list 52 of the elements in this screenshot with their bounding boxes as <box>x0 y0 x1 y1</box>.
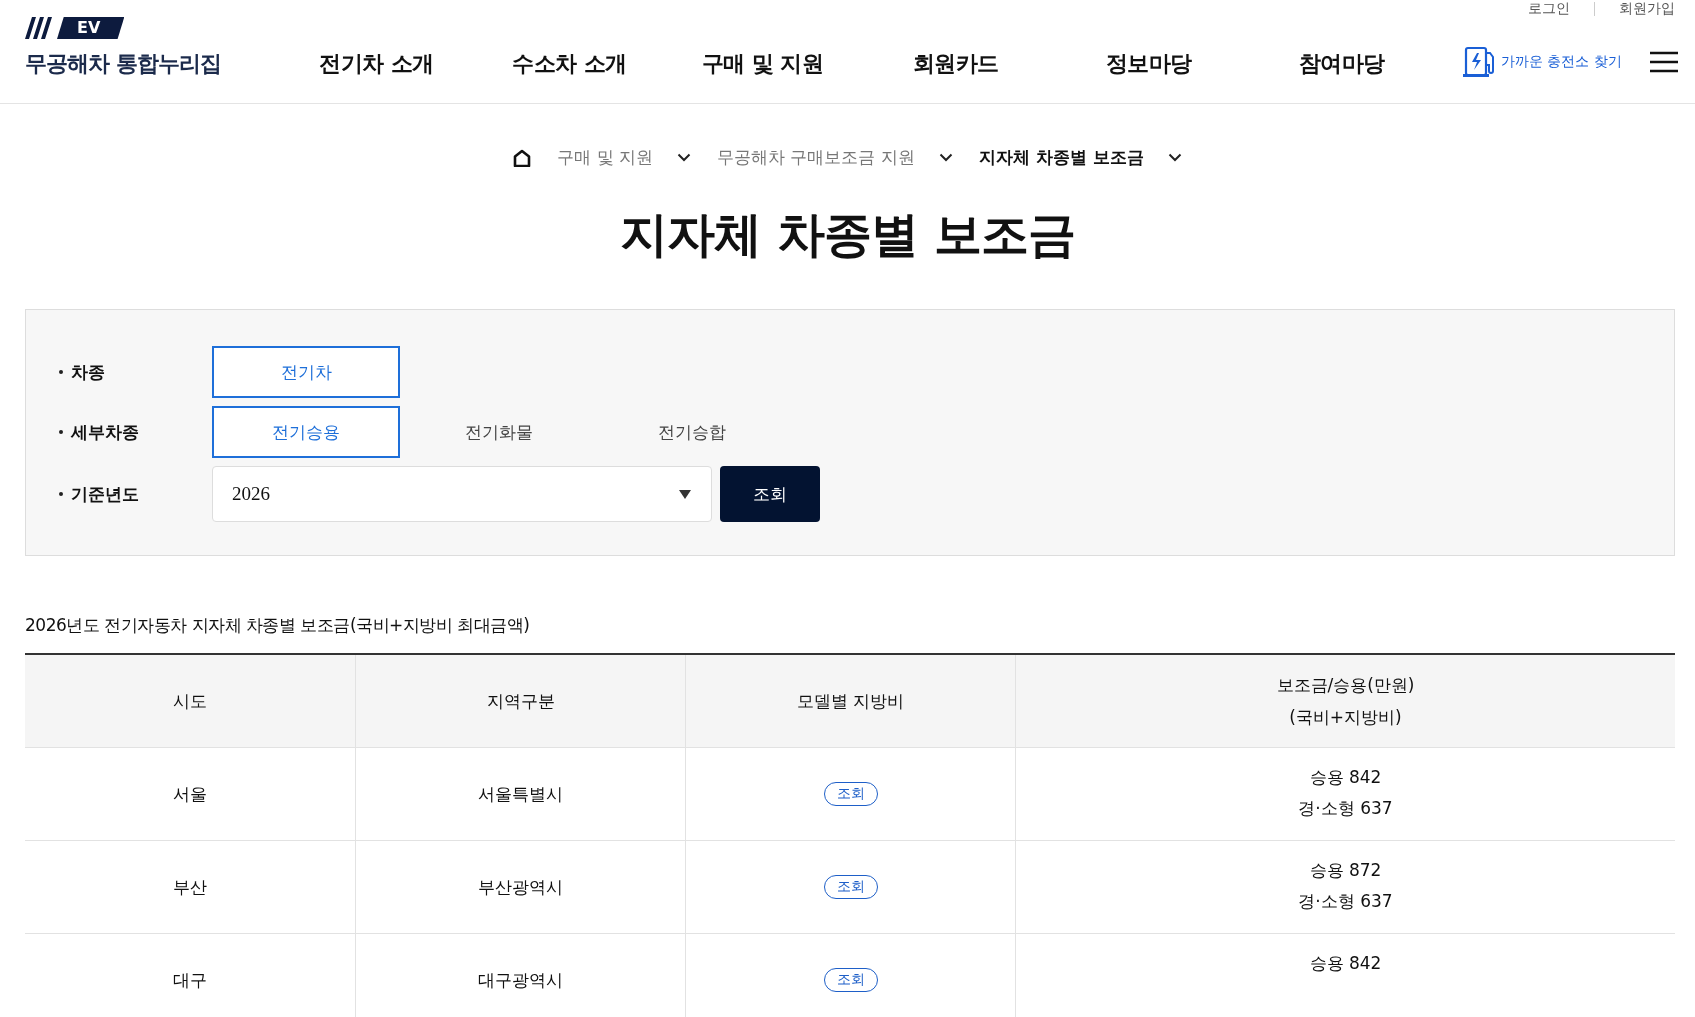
column-header: 지역구분 <box>355 655 685 748</box>
option-button[interactable]: 전기승합 <box>598 406 786 459</box>
filter-label: 세부차종 <box>71 420 139 444</box>
table-cell: 부산광역시 <box>355 841 685 934</box>
filter-label: 차종 <box>71 360 105 384</box>
charger-link[interactable]: 가까운 충전소 찾기 <box>1463 45 1622 79</box>
table-cell-text: 부산 <box>172 875 208 899</box>
menu-icon[interactable] <box>1649 51 1678 73</box>
nav-item[interactable]: 전기차 소개 <box>280 49 473 79</box>
bullet-icon <box>59 370 63 375</box>
column-header: 시도 <box>172 690 208 714</box>
table-cell: 승용 842 <box>1015 934 1675 1017</box>
nav-item[interactable]: 정보마당 <box>1052 49 1245 79</box>
table-cell: 서울특별시 <box>355 748 685 841</box>
bullet-icon <box>59 430 63 435</box>
charging-station-icon <box>1463 45 1497 79</box>
column-header: 모델별 지방비 <box>685 655 1015 748</box>
year-select[interactable]: 2026 <box>212 466 712 523</box>
table-cell-text: 서울 <box>172 782 208 806</box>
table-cell: 대구광역시 <box>355 934 685 1017</box>
view-button[interactable]: 조회 <box>823 875 878 900</box>
column-header: 보조금/승용(만원) (국비+지방비) <box>1015 655 1675 748</box>
home-icon[interactable] <box>513 148 532 167</box>
slashes-icon <box>25 17 55 39</box>
view-button[interactable]: 조회 <box>823 968 878 993</box>
table-caption: 2026년도 전기자동차 지자체 차종별 보조금(국비+지방비 최대금액) <box>25 614 531 638</box>
logo-badge[interactable]: EV <box>57 17 125 39</box>
breadcrumb-link[interactable]: 무공해차 구매보조금 지원 <box>717 146 915 169</box>
table-cell-text: 대구 <box>172 968 208 992</box>
nav-item[interactable]: 수소차 소개 <box>473 49 666 79</box>
nav-item[interactable]: 참여마당 <box>1245 49 1438 79</box>
page-title: 지자체 차종별 보조금 <box>619 205 1076 264</box>
search-button[interactable]: 조회 <box>720 466 820 523</box>
nav-item[interactable]: 회원카드 <box>859 49 1052 79</box>
table-cell: 승용 872 경·소형 637 <box>1015 841 1675 934</box>
table-cell: 승용 842 경·소형 637 <box>1015 748 1675 841</box>
option-button[interactable]: 전기차 <box>212 346 400 399</box>
dropdown-arrow-icon <box>679 489 691 499</box>
view-button[interactable]: 조회 <box>823 782 878 807</box>
breadcrumb-link[interactable]: 지자체 차종별 보조금 <box>978 146 1144 169</box>
option-button[interactable]: 전기승용 <box>212 406 400 459</box>
nav-item[interactable]: 구매 및 지원 <box>666 49 859 79</box>
utility-link[interactable]: 로그인 <box>1528 0 1570 18</box>
breadcrumb-link[interactable]: 구매 및 지원 <box>557 146 654 169</box>
chevron-down-icon[interactable] <box>938 153 953 162</box>
chevron-down-icon[interactable] <box>677 153 692 162</box>
filter-label: 기준년도 <box>71 482 139 506</box>
chevron-down-icon[interactable] <box>1167 153 1182 162</box>
site-title[interactable]: 무공해차 통합누리집 <box>25 49 275 79</box>
bullet-icon <box>59 492 63 497</box>
option-button[interactable]: 전기화물 <box>405 406 593 459</box>
utility-link[interactable]: 회원가입 <box>1619 0 1675 18</box>
